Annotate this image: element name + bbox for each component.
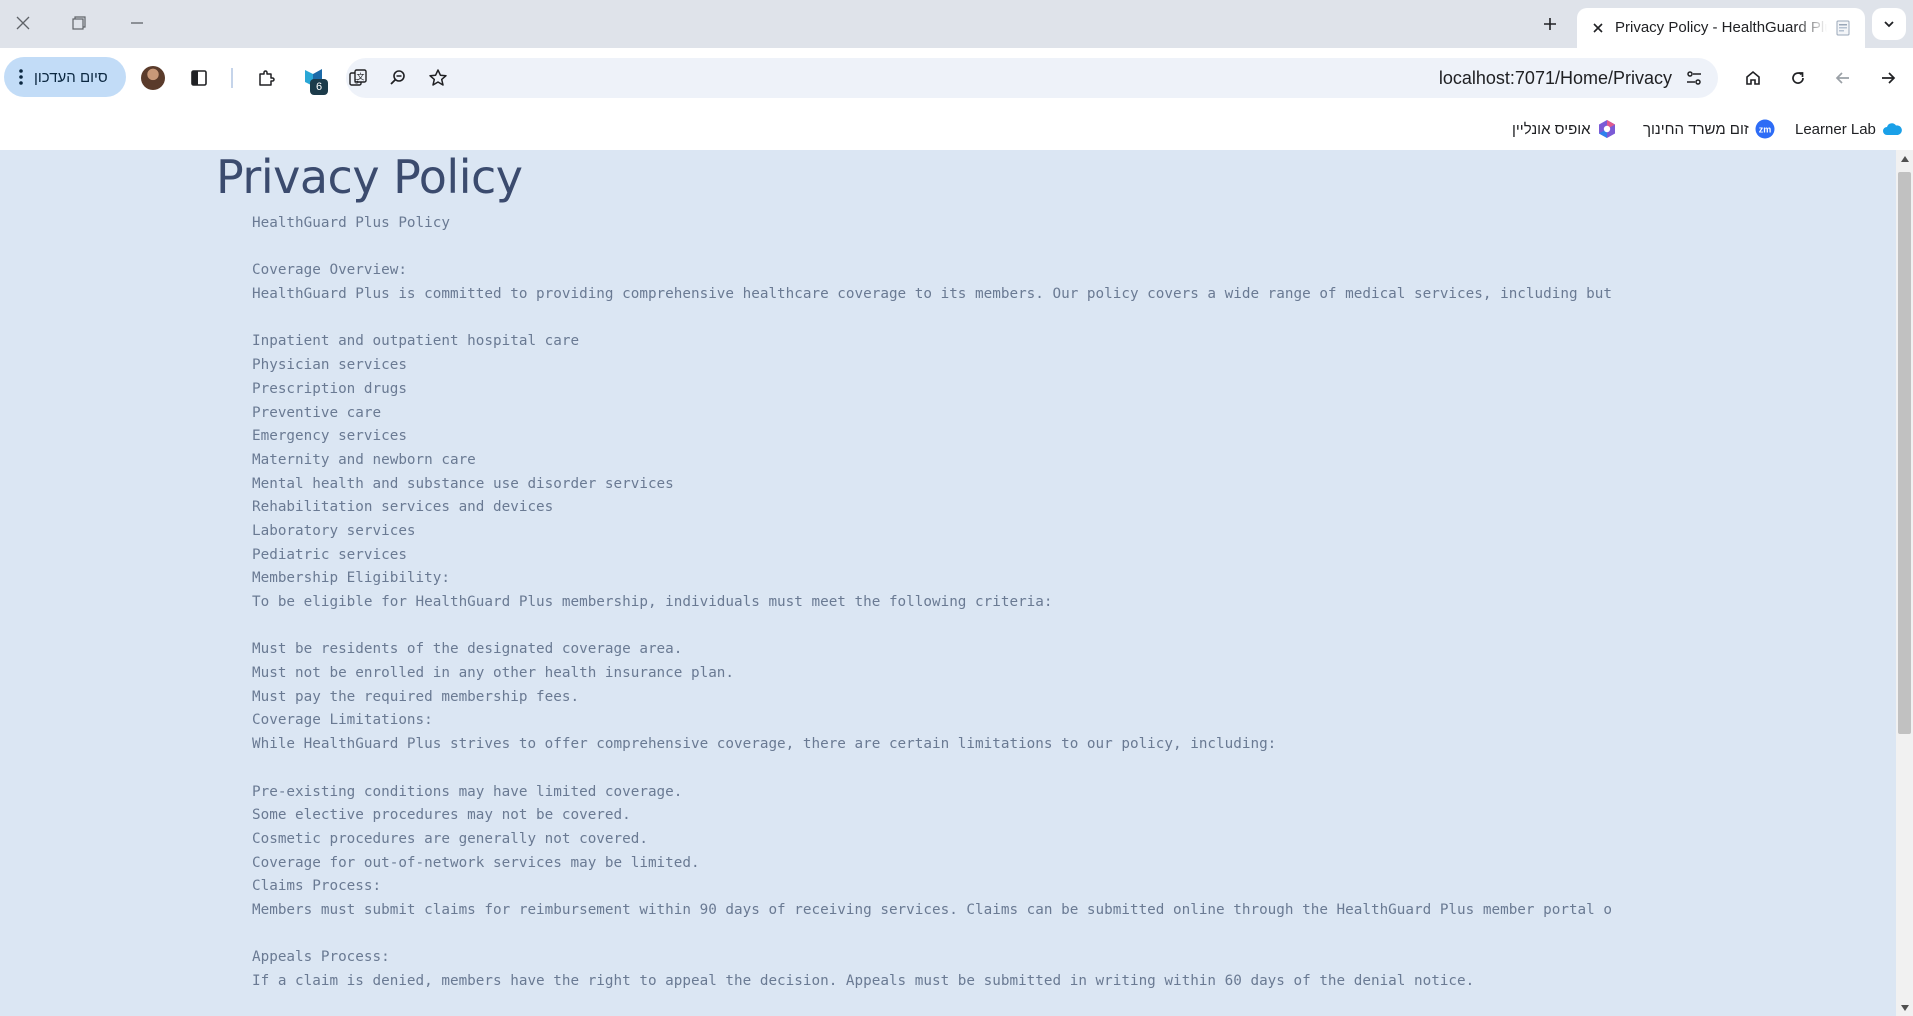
policy-line: To be eligible for HealthGuard Plus memb…: [252, 594, 1053, 610]
side-panel-button[interactable]: [181, 60, 217, 96]
scrollbar-thumb[interactable]: [1898, 172, 1911, 734]
extension-badge: 6: [310, 79, 328, 95]
tab-search-button[interactable]: [1872, 8, 1906, 40]
window-restore-button[interactable]: [56, 6, 102, 40]
toolbar-divider: [231, 68, 233, 88]
close-icon: [1593, 23, 1603, 33]
tab-title: Privacy Policy - HealthGuard Plus: [1615, 19, 1827, 36]
policy-line: Coverage Overview:: [252, 262, 407, 279]
policy-line: HealthGuard Plus Policy: [252, 215, 450, 231]
window-close-button[interactable]: [0, 6, 46, 40]
more-vertical-icon: [19, 69, 23, 85]
policy-line: While HealthGuard Plus strives to offer …: [252, 736, 1277, 753]
policy-line: Inpatient and outpatient hospital care: [252, 333, 580, 350]
plus-icon: [1544, 18, 1556, 30]
bookmark-star-button[interactable]: [422, 62, 454, 94]
back-button[interactable]: [1870, 60, 1906, 96]
update-button-label: סיום העדכון: [34, 68, 108, 86]
scroll-down-button[interactable]: [1896, 999, 1913, 1016]
cloud-icon: [1882, 123, 1902, 135]
star-icon: [429, 69, 447, 86]
tab-close-button[interactable]: [1587, 17, 1609, 39]
close-icon: [16, 16, 30, 30]
translate-icon: 文G: [349, 69, 367, 86]
policy-line: Cosmetic procedures are generally not co…: [252, 830, 648, 847]
policy-line: Pre-existing conditions may have limited…: [252, 783, 683, 800]
arrow-right-icon: [1882, 72, 1896, 84]
policy-line: Rehabilitation services and devices: [252, 499, 554, 516]
policy-line: Coverage Limitations:: [252, 712, 433, 729]
reload-button[interactable]: [1780, 60, 1816, 96]
svg-text:zm: zm: [1758, 125, 1771, 135]
chevron-down-icon: [1884, 21, 1894, 28]
policy-line: Some elective procedures may not be cove…: [252, 807, 631, 824]
site-info-button[interactable]: [1678, 62, 1710, 94]
page-title: Privacy Policy: [216, 150, 523, 204]
policy-line: Mental health and substance use disorder…: [252, 475, 674, 492]
zoom-icon: zm: [1755, 119, 1775, 139]
extensions-button[interactable]: [248, 60, 284, 96]
policy-line: If a claim is denied, members have the r…: [252, 973, 1475, 989]
translate-button[interactable]: 文G: [342, 62, 374, 94]
bookmark-learner-lab[interactable]: Learner Lab: [1795, 116, 1902, 142]
policy-line: Must not be enrolled in any other health…: [252, 665, 735, 682]
office-icon: [1598, 120, 1615, 138]
policy-line: Pediatric services: [252, 546, 407, 563]
address-bar[interactable]: localhost:7071/Home/Privacy 文G: [346, 58, 1718, 98]
scroll-up-button[interactable]: [1896, 150, 1913, 167]
window-minimize-button[interactable]: [114, 6, 160, 40]
tab-active[interactable]: Privacy Policy - HealthGuard Plus: [1577, 8, 1865, 48]
reload-icon: [1792, 72, 1804, 84]
new-tab-button[interactable]: [1534, 8, 1566, 40]
zoom-button[interactable]: [382, 62, 414, 94]
policy-line: Appeals Process:: [252, 949, 390, 966]
policy-line: Must be residents of the designated cove…: [252, 641, 683, 658]
restore-icon: [72, 16, 86, 30]
bookmark-label: זום משרד החינוך: [1643, 120, 1749, 138]
page-viewport: Privacy Policy HealthGuard Plus Policy Co…: [0, 150, 1896, 1016]
triangle-down-icon: [1900, 1004, 1909, 1011]
policy-line: Coverage for out-of-network services may…: [252, 854, 700, 871]
policy-line: Maternity and newborn care: [252, 451, 476, 468]
update-button[interactable]: סיום העדכון: [4, 57, 126, 97]
svg-text:G: G: [354, 79, 359, 86]
policy-line: HealthGuard Plus is committed to providi…: [252, 286, 1612, 303]
page-favicon-icon: [1835, 20, 1851, 36]
tune-icon: [1687, 71, 1701, 85]
policy-line: Claims Process:: [252, 878, 382, 895]
policy-line: Membership Eligibility:: [252, 570, 450, 587]
policy-line: Emergency services: [252, 428, 407, 445]
policy-line: Physician services: [252, 357, 407, 374]
policy-line: Laboratory services: [252, 522, 416, 539]
avatar[interactable]: [141, 66, 165, 90]
home-icon: [1746, 70, 1760, 85]
url-text: localhost:7071/Home/Privacy: [1438, 68, 1672, 88]
zoom-out-icon: [390, 70, 405, 85]
policy-line: Must pay the required membership fees.: [252, 688, 580, 705]
policy-line: Preventive care: [252, 404, 382, 421]
bookmarks-bar: Learner Lab זום משרד החינוך zm אופיס אונ…: [0, 108, 1913, 150]
minimize-icon: [131, 22, 143, 24]
triangle-up-icon: [1900, 155, 1909, 162]
arrow-left-icon: [1835, 72, 1849, 84]
side-panel-icon: [191, 70, 207, 86]
forward-button[interactable]: [1825, 60, 1861, 96]
bookmark-zoom[interactable]: זום משרד החינוך zm: [1643, 116, 1775, 142]
browser-toolbar: localhost:7071/Home/Privacy 文G: [0, 48, 1913, 108]
puzzle-icon: [259, 70, 275, 86]
tab-strip: Privacy Policy - HealthGuard Plus: [0, 0, 1913, 48]
home-button[interactable]: [1735, 60, 1771, 96]
policy-text: HealthGuard Plus Policy Coverage Overview…: [252, 212, 1672, 994]
vertical-scrollbar[interactable]: [1896, 150, 1913, 1016]
policy-line: Prescription drugs: [252, 380, 407, 397]
bookmark-label: אופיס אונליין: [1512, 120, 1591, 138]
bookmark-office-online[interactable]: אופיס אונליין: [1512, 116, 1617, 142]
bookmark-label: Learner Lab: [1795, 120, 1876, 138]
policy-line: Members must submit claims for reimburse…: [252, 901, 1612, 918]
